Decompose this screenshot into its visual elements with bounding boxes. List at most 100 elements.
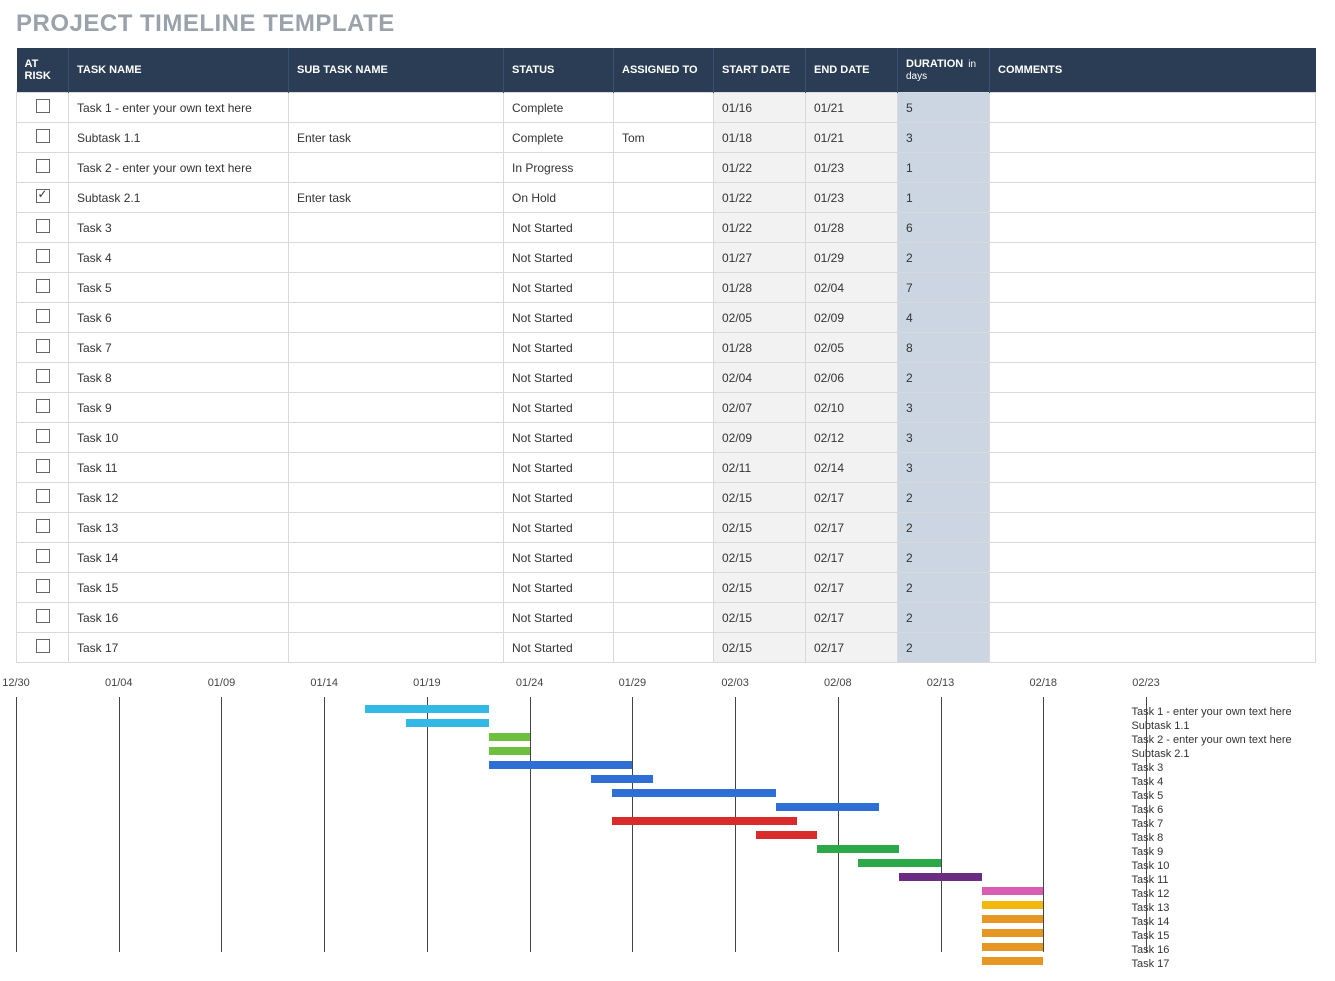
- gantt-bar[interactable]: [982, 957, 1044, 965]
- cell-end[interactable]: 02/17: [806, 603, 898, 633]
- cell-comments[interactable]: [990, 273, 1316, 303]
- cell-subtask[interactable]: [289, 423, 504, 453]
- cell-task[interactable]: Task 1 - enter your own text here: [69, 93, 289, 123]
- gantt-bar[interactable]: [489, 761, 633, 769]
- gantt-bar[interactable]: [365, 705, 488, 713]
- cell-subtask[interactable]: [289, 453, 504, 483]
- gantt-bar[interactable]: [982, 887, 1044, 895]
- cell-end[interactable]: 01/21: [806, 93, 898, 123]
- cell-comments[interactable]: [990, 423, 1316, 453]
- gantt-bar[interactable]: [982, 915, 1044, 923]
- cell-end[interactable]: 02/06: [806, 363, 898, 393]
- risk-checkbox[interactable]: [36, 99, 50, 113]
- cell-status[interactable]: Not Started: [504, 273, 614, 303]
- cell-task[interactable]: Task 7: [69, 333, 289, 363]
- cell-end[interactable]: 02/09: [806, 303, 898, 333]
- cell-start[interactable]: 02/04: [714, 363, 806, 393]
- cell-status[interactable]: In Progress: [504, 153, 614, 183]
- cell-start[interactable]: 02/15: [714, 603, 806, 633]
- risk-checkbox[interactable]: [36, 549, 50, 563]
- cell-status[interactable]: On Hold: [504, 183, 614, 213]
- gantt-bar[interactable]: [489, 733, 530, 741]
- cell-assigned[interactable]: [614, 513, 714, 543]
- cell-start[interactable]: 01/28: [714, 333, 806, 363]
- cell-start[interactable]: 02/15: [714, 513, 806, 543]
- cell-comments[interactable]: [990, 633, 1316, 663]
- risk-checkbox[interactable]: [36, 309, 50, 323]
- cell-comments[interactable]: [990, 513, 1316, 543]
- cell-task[interactable]: Task 12: [69, 483, 289, 513]
- cell-status[interactable]: Not Started: [504, 573, 614, 603]
- risk-checkbox[interactable]: [36, 279, 50, 293]
- cell-comments[interactable]: [990, 243, 1316, 273]
- cell-comments[interactable]: [990, 213, 1316, 243]
- risk-checkbox[interactable]: [36, 129, 50, 143]
- cell-task[interactable]: Subtask 2.1: [69, 183, 289, 213]
- risk-checkbox[interactable]: [36, 489, 50, 503]
- cell-end[interactable]: 01/23: [806, 183, 898, 213]
- cell-assigned[interactable]: [614, 213, 714, 243]
- cell-assigned[interactable]: [614, 603, 714, 633]
- cell-start[interactable]: 01/28: [714, 273, 806, 303]
- risk-checkbox[interactable]: [36, 249, 50, 263]
- cell-start[interactable]: 01/18: [714, 123, 806, 153]
- cell-status[interactable]: Not Started: [504, 423, 614, 453]
- cell-assigned[interactable]: [614, 453, 714, 483]
- cell-subtask[interactable]: [289, 543, 504, 573]
- cell-task[interactable]: Task 8: [69, 363, 289, 393]
- cell-start[interactable]: 02/15: [714, 573, 806, 603]
- cell-subtask[interactable]: [289, 93, 504, 123]
- cell-start[interactable]: 02/05: [714, 303, 806, 333]
- risk-checkbox[interactable]: [36, 609, 50, 623]
- cell-comments[interactable]: [990, 93, 1316, 123]
- risk-checkbox[interactable]: [36, 369, 50, 383]
- gantt-bar[interactable]: [612, 789, 776, 797]
- cell-start[interactable]: 01/22: [714, 213, 806, 243]
- cell-status[interactable]: Not Started: [504, 603, 614, 633]
- gantt-bar[interactable]: [899, 873, 981, 881]
- cell-start[interactable]: 01/27: [714, 243, 806, 273]
- gantt-bar[interactable]: [982, 929, 1044, 937]
- cell-start[interactable]: 02/07: [714, 393, 806, 423]
- cell-comments[interactable]: [990, 183, 1316, 213]
- cell-status[interactable]: Complete: [504, 93, 614, 123]
- cell-assigned[interactable]: [614, 633, 714, 663]
- cell-subtask[interactable]: [289, 363, 504, 393]
- cell-subtask[interactable]: [289, 393, 504, 423]
- cell-subtask[interactable]: [289, 333, 504, 363]
- cell-status[interactable]: Not Started: [504, 393, 614, 423]
- cell-assigned[interactable]: [614, 333, 714, 363]
- cell-end[interactable]: 02/14: [806, 453, 898, 483]
- cell-start[interactable]: 02/09: [714, 423, 806, 453]
- gantt-bar[interactable]: [858, 859, 940, 867]
- cell-subtask[interactable]: Enter task: [289, 123, 504, 153]
- cell-task[interactable]: Task 14: [69, 543, 289, 573]
- cell-end[interactable]: 02/17: [806, 483, 898, 513]
- cell-task[interactable]: Task 16: [69, 603, 289, 633]
- cell-comments[interactable]: [990, 453, 1316, 483]
- cell-start[interactable]: 02/15: [714, 633, 806, 663]
- risk-checkbox[interactable]: [36, 429, 50, 443]
- cell-comments[interactable]: [990, 123, 1316, 153]
- gantt-bar[interactable]: [982, 901, 1044, 909]
- cell-status[interactable]: Not Started: [504, 483, 614, 513]
- cell-task[interactable]: Task 15: [69, 573, 289, 603]
- cell-status[interactable]: Not Started: [504, 453, 614, 483]
- cell-task[interactable]: Subtask 1.1: [69, 123, 289, 153]
- cell-assigned[interactable]: [614, 543, 714, 573]
- risk-checkbox[interactable]: [36, 459, 50, 473]
- cell-status[interactable]: Not Started: [504, 633, 614, 663]
- gantt-bar[interactable]: [776, 803, 879, 811]
- cell-end[interactable]: 02/17: [806, 573, 898, 603]
- cell-start[interactable]: 01/16: [714, 93, 806, 123]
- risk-checkbox[interactable]: [36, 639, 50, 653]
- cell-task[interactable]: Task 11: [69, 453, 289, 483]
- risk-checkbox[interactable]: [36, 339, 50, 353]
- cell-task[interactable]: Task 5: [69, 273, 289, 303]
- cell-subtask[interactable]: [289, 153, 504, 183]
- cell-subtask[interactable]: [289, 213, 504, 243]
- cell-assigned[interactable]: [614, 573, 714, 603]
- cell-assigned[interactable]: [614, 363, 714, 393]
- cell-task[interactable]: Task 9: [69, 393, 289, 423]
- cell-subtask[interactable]: [289, 303, 504, 333]
